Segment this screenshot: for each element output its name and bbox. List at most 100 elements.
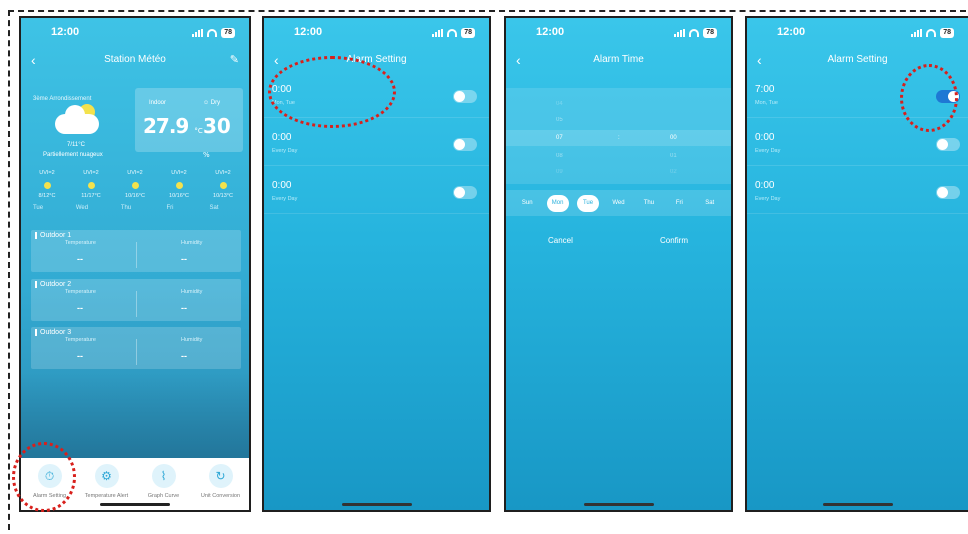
tab-temperature-alert[interactable]: ⚙ Temperature Alert xyxy=(79,464,135,499)
divider xyxy=(136,291,137,317)
day-wed[interactable]: Wed xyxy=(607,195,629,212)
tab-graph-curve[interactable]: ⌇ Graph Curve xyxy=(136,464,192,499)
dialog-buttons: Cancel Confirm xyxy=(506,236,731,252)
humidity-label: Humidity xyxy=(181,240,203,246)
hour-option: 09 xyxy=(556,169,563,175)
phone-screen-alarm-time: 12:00 78 ‹ Alarm Time 04 05 07 : 00 08 0… xyxy=(504,16,733,512)
highlight-circle-alarm-toggle xyxy=(900,64,958,132)
indoor-label: Indoor xyxy=(149,100,167,106)
forecast-range: 11/17°C xyxy=(81,193,101,199)
temperature-value: -- xyxy=(77,303,83,313)
forecast-day: UVI=2 8/12°C Tue xyxy=(27,170,67,216)
indoor-temp-unit: °C xyxy=(194,127,203,135)
sun-icon xyxy=(43,182,51,189)
indoor-temp-value: 27.9 xyxy=(143,114,189,138)
hour-option: 05 xyxy=(556,117,563,123)
forecast-weekday: Wed xyxy=(75,205,89,211)
uv-index: UVI=2 xyxy=(171,170,187,176)
status-time: 12:00 xyxy=(536,26,565,38)
uv-index: UVI=2 xyxy=(215,170,231,176)
tab-label: Graph Curve xyxy=(147,493,180,499)
outdoor-title: Outdoor 3 xyxy=(35,329,71,336)
alarm-time: 0:00 xyxy=(272,132,292,143)
sun-icon xyxy=(131,182,139,189)
day-thu[interactable]: Thu xyxy=(638,195,660,212)
cancel-button[interactable]: Cancel xyxy=(548,236,573,245)
signal-icon xyxy=(911,29,923,37)
alarm-time: 0:00 xyxy=(272,180,292,191)
toggle-knob xyxy=(937,139,948,150)
temp-range: 7/11°C xyxy=(67,142,85,148)
alarm-time: 0:00 xyxy=(755,132,775,143)
dry-text: Dry xyxy=(210,100,221,106)
alarm-repeat: Mon, Tue xyxy=(755,100,778,106)
indoor-humidity: 30 % xyxy=(203,114,243,162)
temperature-label: Temperature xyxy=(65,337,96,343)
status-time: 12:00 xyxy=(777,26,806,38)
highlight-circle-alarm-row xyxy=(268,56,396,128)
alarm-toggle[interactable] xyxy=(453,90,477,103)
tab-label: Unit Conversion xyxy=(200,493,241,499)
day-mon[interactable]: Mon xyxy=(546,194,569,212)
status-icons: 78 xyxy=(911,28,954,38)
alarm-toggle[interactable] xyxy=(936,138,960,151)
tab-unit-conversion[interactable]: ↻ Unit Conversion xyxy=(193,464,249,499)
picker-selected-row: 07 : 00 xyxy=(506,130,731,146)
humidity-value: -- xyxy=(181,254,187,264)
signal-icon xyxy=(674,29,686,37)
hour-option: 04 xyxy=(556,101,563,107)
alarm-toggle[interactable] xyxy=(453,138,477,151)
edit-icon[interactable]: ✎ xyxy=(230,53,239,66)
day-sat[interactable]: Sat xyxy=(699,195,721,212)
alarm-toggle[interactable] xyxy=(453,186,477,199)
dashed-frame-top xyxy=(8,10,966,12)
location-label: 3ème Arrondissement xyxy=(33,96,92,102)
wifi-icon xyxy=(689,29,700,37)
day-fri[interactable]: Fri xyxy=(668,195,690,212)
sun-icon xyxy=(87,182,95,189)
alarm-row[interactable]: 0:00 Every Day xyxy=(264,174,489,214)
cloud-icon xyxy=(55,105,99,134)
signal-icon xyxy=(192,29,204,37)
uv-index: UVI=2 xyxy=(39,170,55,176)
forecast-range: 10/16°C xyxy=(169,193,189,199)
hour-option: 08 xyxy=(556,153,563,159)
minute-selected: 00 xyxy=(670,135,677,141)
indoor-hum-value: 30 xyxy=(203,114,231,138)
picker-row: 09 02 xyxy=(506,164,731,180)
confirm-button[interactable]: Confirm xyxy=(660,236,688,245)
alarm-toggle[interactable] xyxy=(936,186,960,199)
weather-condition: Partiellement nuageux xyxy=(43,152,103,158)
forecast-weekday: Tue xyxy=(32,205,44,211)
time-picker[interactable]: 04 05 07 : 00 08 01 09 02 xyxy=(506,88,731,184)
phone-screen-weather-station: 12:00 78 ‹ Station Météo ✎ 3ème Arrondis… xyxy=(19,16,251,512)
day-tue[interactable]: Tue xyxy=(577,194,600,212)
alarm-row[interactable]: 0:00 Every Day xyxy=(747,174,968,214)
nav-bar: ‹ Station Météo ✎ xyxy=(21,52,249,70)
battery-icon: 78 xyxy=(703,28,717,38)
status-time: 12:00 xyxy=(51,26,80,38)
wifi-icon xyxy=(447,29,458,37)
battery-icon: 78 xyxy=(461,28,475,38)
indoor-card: Indoor ☺ Dry 27.9 °C 30 % xyxy=(135,88,243,159)
day-sun[interactable]: Sun xyxy=(516,195,538,212)
dry-label: ☺ Dry xyxy=(203,100,221,106)
wifi-icon xyxy=(926,29,937,37)
forecast-weekday: Thu xyxy=(120,205,132,211)
alarm-row[interactable]: 0:00 Every Day xyxy=(747,126,968,166)
forecast-range: 8/12°C xyxy=(38,193,56,199)
humidity-label: Humidity xyxy=(181,289,203,295)
alarm-time: 7:00 xyxy=(755,84,775,95)
outdoor-title: Outdoor 1 xyxy=(35,232,71,239)
outdoor-card-2[interactable]: Outdoor 2 Temperature Humidity -- -- xyxy=(31,279,241,321)
toggle-knob xyxy=(454,91,465,102)
alarm-row[interactable]: 0:00 Every Day xyxy=(264,126,489,166)
forecast-range: 10/16°C xyxy=(125,193,145,199)
outdoor-card-3[interactable]: Outdoor 3 Temperature Humidity -- -- xyxy=(31,327,241,369)
time-separator: : xyxy=(618,135,620,141)
outdoor-card-1[interactable]: Outdoor 1 Temperature Humidity -- -- xyxy=(31,230,241,272)
temperature-value: -- xyxy=(77,351,83,361)
temperature-label: Temperature xyxy=(65,289,96,295)
humidity-label: Humidity xyxy=(181,337,203,343)
forecast-range: 10/13°C xyxy=(213,193,233,199)
